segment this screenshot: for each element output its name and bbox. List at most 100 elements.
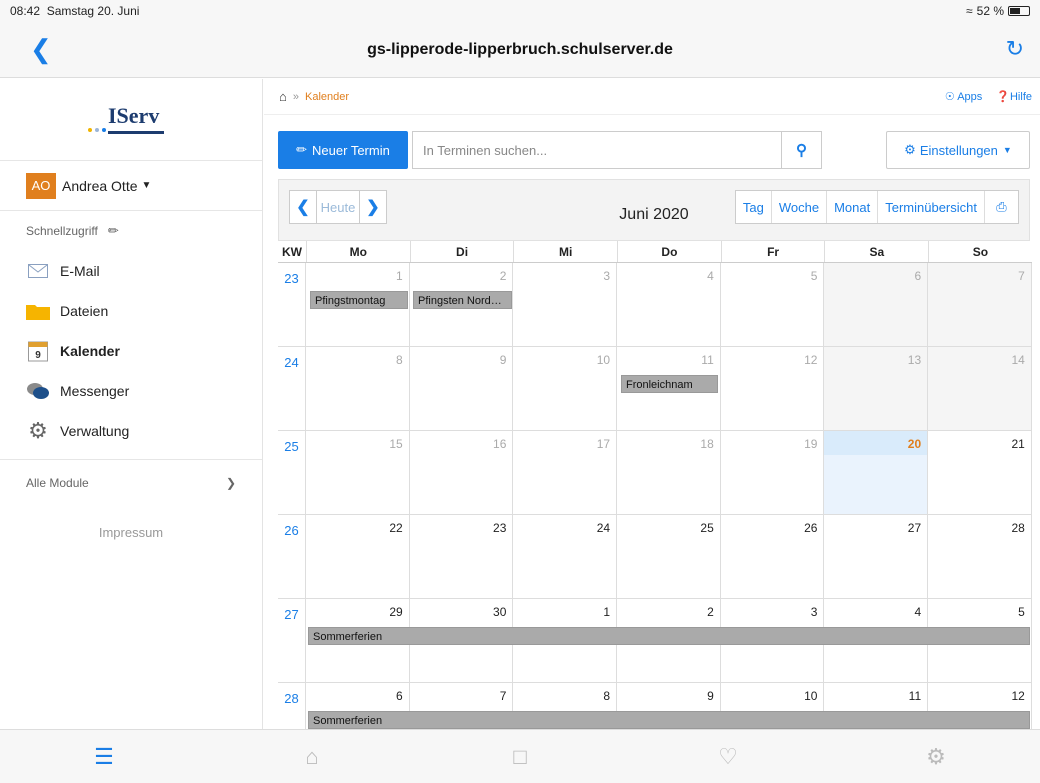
home-icon: ⌂ xyxy=(305,743,319,769)
day-cell[interactable]: 6 xyxy=(824,263,929,346)
logo-dots xyxy=(88,128,106,132)
back-icon[interactable]: ❮ xyxy=(30,36,52,62)
day-cell[interactable]: 4 xyxy=(617,263,721,346)
day-cell[interactable]: 9 xyxy=(410,347,514,430)
week-row: 23 1 2 3 4 5 6 7 Pfingstmontag Pfingsten… xyxy=(278,263,1032,347)
sidebar-item-email[interactable]: E-Mail xyxy=(0,251,262,291)
calendar-event[interactable]: Sommerferien xyxy=(308,711,1030,729)
user-name: Andrea Otte xyxy=(62,177,138,194)
search-input[interactable]: In Terminen suchen... xyxy=(412,131,782,169)
day-cell[interactable]: 22 xyxy=(306,515,410,598)
home-tab[interactable]: ⌂ xyxy=(292,737,332,777)
all-modules[interactable]: Alle Module ❯ xyxy=(0,459,262,505)
gear-icon: ⚙ xyxy=(28,418,48,443)
home-icon[interactable]: ⌂ xyxy=(279,89,287,104)
day-cell[interactable]: 3 xyxy=(513,263,618,346)
week-number[interactable]: 23 xyxy=(278,263,306,346)
svg-text:9: 9 xyxy=(35,350,41,361)
sidebar-item-label: Verwaltung xyxy=(60,423,130,439)
day-cell[interactable]: 23 xyxy=(410,515,514,598)
print-button[interactable]: ⎙ xyxy=(984,191,1018,223)
logo[interactable]: IServ xyxy=(0,79,262,161)
day-cell-today[interactable]: 20 xyxy=(824,431,929,514)
pencil-icon[interactable]: ✏ xyxy=(108,223,119,239)
day-cell[interactable]: 28 xyxy=(928,515,1032,598)
view-agenda-button[interactable]: Terminübersicht xyxy=(877,191,984,223)
day-cell[interactable]: 19 xyxy=(721,431,825,514)
speech-bubble-icon: □ xyxy=(513,743,527,769)
day-cell[interactable]: 21 xyxy=(928,431,1032,514)
breadcrumb-current[interactable]: Kalender xyxy=(305,91,349,103)
search-button[interactable]: ⚲ xyxy=(782,131,822,169)
reload-icon[interactable]: ↻ xyxy=(1006,36,1024,62)
day-number: 1 xyxy=(396,269,403,283)
sidebar-item-admin[interactable]: ⚙ Verwaltung xyxy=(0,411,262,451)
week-row: 25 15 16 17 18 19 20 21 xyxy=(278,431,1032,515)
settings-tab[interactable]: ⚙ xyxy=(916,737,956,777)
day-number: 20 xyxy=(907,437,922,451)
day-cell[interactable]: 18 xyxy=(617,431,721,514)
user-menu[interactable]: AO Andrea Otte ▼ xyxy=(0,161,262,211)
day-cell[interactable]: 5 xyxy=(721,263,825,346)
day-cell[interactable]: 8 xyxy=(306,347,410,430)
day-cell[interactable]: 26 xyxy=(721,515,825,598)
day-cell[interactable]: 17 xyxy=(513,431,618,514)
header-fr: Fr xyxy=(720,241,825,262)
day-cell[interactable]: 14 xyxy=(928,347,1032,430)
day-number: 27 xyxy=(907,521,922,535)
calendar-event[interactable]: Pfingstmontag xyxy=(310,291,408,309)
help-link[interactable]: ❓Hilfe xyxy=(996,90,1032,103)
day-number: 26 xyxy=(804,521,818,535)
mail-icon xyxy=(26,260,50,282)
day-number: 4 xyxy=(707,269,714,283)
view-day-button[interactable]: Tag xyxy=(736,191,771,223)
sidebar-item-label: Kalender xyxy=(60,343,120,359)
day-cell[interactable]: 27 xyxy=(824,515,929,598)
apps-link[interactable]: ☉ Apps xyxy=(945,90,982,103)
calendar-event[interactable]: Fronleichnam xyxy=(621,375,718,393)
sidebar-item-messenger[interactable]: Messenger xyxy=(0,371,262,411)
settings-dropdown[interactable]: ⚙ Einstellungen ▼ xyxy=(886,131,1030,169)
day-cell[interactable]: 7 xyxy=(928,263,1032,346)
messages-tab[interactable]: □ xyxy=(500,737,540,777)
day-cell[interactable]: 10 xyxy=(513,347,618,430)
bottom-tabbar: ☰ ⌂ □ ♡ ⚙ xyxy=(0,729,1040,783)
calendar-event[interactable]: Pfingsten Nord… xyxy=(413,291,512,309)
week-number[interactable]: 26 xyxy=(278,515,306,598)
week-number[interactable]: 25 xyxy=(278,431,306,514)
header-do: Do xyxy=(617,241,721,262)
view-month-button[interactable]: Monat xyxy=(826,191,877,223)
breadcrumb-separator: » xyxy=(292,90,299,103)
day-number: 22 xyxy=(389,521,403,535)
view-week-button[interactable]: Woche xyxy=(770,191,826,223)
header-so: So xyxy=(928,241,1032,262)
day-cell[interactable]: 12 xyxy=(721,347,825,430)
day-number: 15 xyxy=(389,437,403,451)
sidebar-item-calendar[interactable]: 9 Kalender xyxy=(0,331,262,371)
apps-label: Apps xyxy=(957,91,983,103)
day-cell[interactable]: 24 xyxy=(513,515,618,598)
week-number[interactable]: 24 xyxy=(278,347,306,430)
day-number: 29 xyxy=(389,605,403,619)
day-cell[interactable]: 15 xyxy=(306,431,410,514)
quick-access-label: Schnellzugriff xyxy=(26,224,98,238)
sidebar-item-files[interactable]: Dateien xyxy=(0,291,262,331)
brand-underline xyxy=(108,131,164,134)
day-number: 9 xyxy=(499,353,507,367)
notifications-tab[interactable]: ♡ xyxy=(708,737,748,777)
calendar-event[interactable]: Sommerferien xyxy=(308,627,1030,645)
day-number: 11 xyxy=(701,353,714,367)
day-number: 3 xyxy=(810,605,818,619)
print-icon: ⎙ xyxy=(996,199,1007,214)
new-event-button[interactable]: ✏ Neuer Termin xyxy=(278,131,408,169)
day-cell[interactable]: 25 xyxy=(617,515,721,598)
week-number[interactable]: 27 xyxy=(278,599,306,682)
day-number: 1 xyxy=(603,605,611,619)
calendar-toolbar: ✏ Neuer Termin In Terminen suchen... ⚲ ⚙… xyxy=(278,131,1030,169)
impressum-link[interactable]: Impressum xyxy=(0,525,262,540)
pencil-icon: ✏ xyxy=(296,142,308,157)
day-cell[interactable]: 16 xyxy=(410,431,514,514)
day-number: 24 xyxy=(596,521,611,535)
day-cell[interactable]: 13 xyxy=(824,347,929,430)
menu-tab[interactable]: ☰ xyxy=(84,737,124,777)
